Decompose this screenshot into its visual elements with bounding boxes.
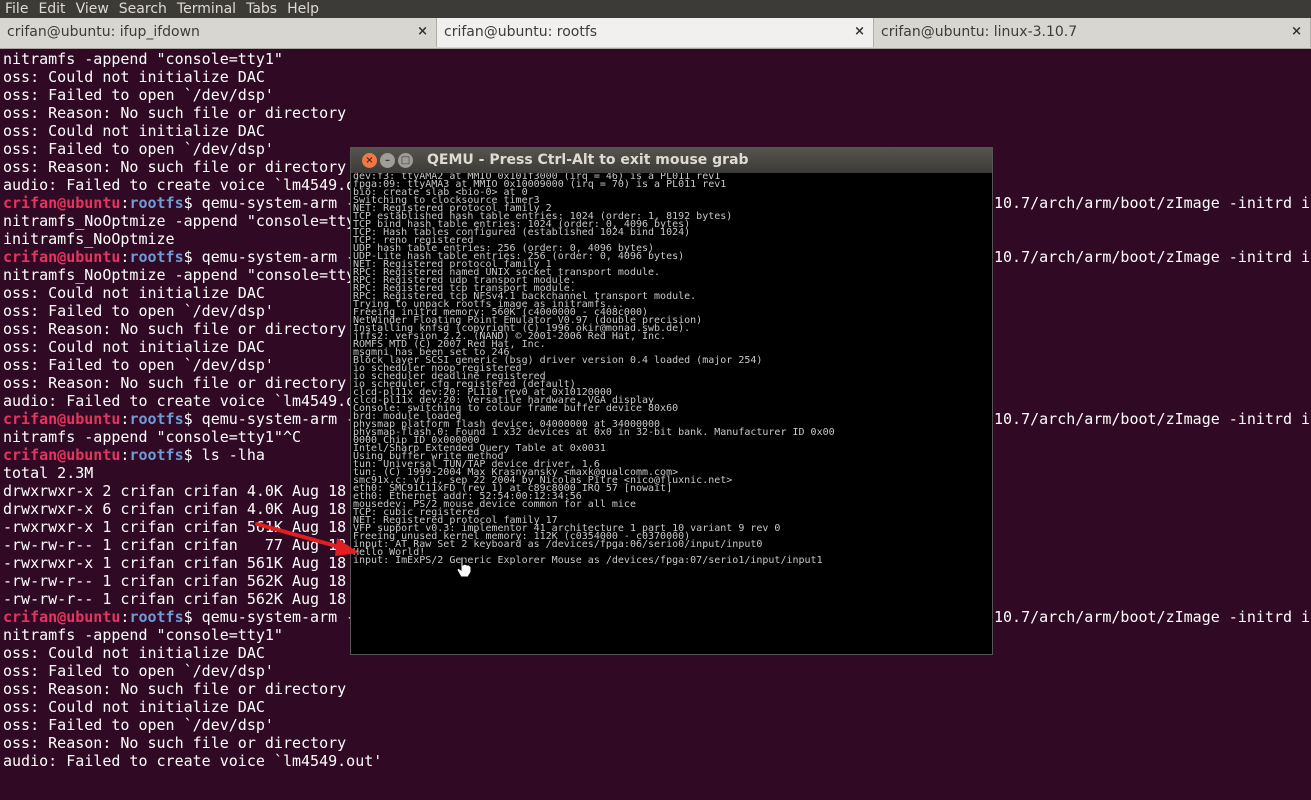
terminal-line: oss: Reason: No such file or directory bbox=[3, 320, 347, 338]
terminal-line: oss: Reason: No such file or directory bbox=[3, 104, 347, 122]
maximize-icon[interactable]: □ bbox=[398, 153, 413, 168]
terminal-line: nitramfs -append "console=tty1" bbox=[3, 50, 283, 68]
terminal-line: crifan@ubuntu:rootfs$ qemu-system-arm - bbox=[3, 410, 355, 428]
terminal-line-tail: 10.7/arch/arm/boot/zImage -initrd i bbox=[994, 194, 1311, 212]
prompt-user: crifan@ubuntu bbox=[3, 194, 121, 212]
terminal-line: total 2.3M bbox=[3, 464, 94, 482]
tab-rootfs[interactable]: crifan@ubuntu: rootfs × bbox=[437, 18, 874, 47]
terminal-line: oss: Reason: No such file or directory bbox=[3, 734, 347, 752]
terminal-line: oss: Reason: No such file or directory bbox=[3, 374, 347, 392]
qemu-titlebar[interactable]: × – □ QEMU - Press Ctrl-Alt to exit mous… bbox=[351, 148, 992, 173]
prompt-user: crifan@ubuntu bbox=[3, 608, 121, 626]
terminal-line: oss: Could not initialize DAC bbox=[3, 644, 265, 662]
menu-search[interactable]: Search bbox=[114, 0, 172, 18]
close-icon[interactable]: × bbox=[1291, 24, 1302, 39]
terminal-line: oss: Failed to open `/dev/dsp' bbox=[3, 716, 274, 734]
terminal-line: audio: Failed to create voice `lm4549.o bbox=[3, 392, 356, 410]
terminal-line: nitramfs -append "console=tty1" bbox=[3, 626, 283, 644]
menu-edit[interactable]: Edit bbox=[33, 0, 70, 18]
terminal-line: drwxrwxr-x 2 crifan crifan 4.0K Aug 18 bbox=[3, 482, 347, 500]
qemu-title: QEMU - Press Ctrl-Alt to exit mouse grab bbox=[427, 152, 749, 168]
terminal-line: oss: Failed to open `/dev/dsp' bbox=[3, 86, 274, 104]
menu-help[interactable]: Help bbox=[282, 0, 324, 18]
terminal-line: audio: Failed to create voice `lm4549.o bbox=[3, 176, 356, 194]
prompt-user: crifan@ubuntu bbox=[3, 248, 121, 266]
terminal-line: oss: Reason: No such file or directory bbox=[3, 158, 347, 176]
terminal-line: crifan@ubuntu:rootfs$ qemu-system-arm - bbox=[3, 194, 355, 212]
hand-cursor-icon bbox=[456, 556, 472, 578]
terminal-line: oss: Could not initialize DAC bbox=[3, 122, 265, 140]
terminal-line: oss: Failed to open `/dev/dsp' bbox=[3, 662, 274, 680]
qemu-window[interactable]: × – □ QEMU - Press Ctrl-Alt to exit mous… bbox=[350, 147, 993, 655]
menu-file[interactable]: File bbox=[0, 0, 33, 18]
terminal-line: drwxrwxr-x 6 crifan crifan 4.0K Aug 18 bbox=[3, 500, 347, 518]
prompt-dir: rootfs bbox=[129, 608, 184, 626]
tab-label: crifan@ubuntu: rootfs bbox=[444, 24, 598, 40]
terminal-line: audio: Failed to create voice `lm4549.ou… bbox=[3, 752, 383, 770]
terminal-line: crifan@ubuntu:rootfs$ qemu-system-arm - bbox=[3, 608, 355, 626]
prompt-symbol: $ bbox=[183, 194, 193, 212]
minimize-icon[interactable]: – bbox=[380, 153, 395, 168]
terminal-line: oss: Could not initialize DAC bbox=[3, 68, 265, 86]
tab-linux[interactable]: crifan@ubuntu: linux-3.10.7 × bbox=[874, 18, 1311, 47]
command-text: qemu-system-arm - bbox=[192, 410, 356, 428]
menu-tabs[interactable]: Tabs bbox=[241, 0, 282, 18]
tab-label: crifan@ubuntu: ifup_ifdown bbox=[7, 24, 200, 40]
tab-ifup-ifdown[interactable]: crifan@ubuntu: ifup_ifdown × bbox=[0, 18, 437, 47]
prompt-symbol: $ bbox=[183, 248, 193, 266]
terminal-line: crifan@ubuntu:rootfs$ ls -lha bbox=[3, 446, 265, 464]
terminal-line: oss: Could not initialize DAC bbox=[3, 284, 265, 302]
prompt-dir: rootfs bbox=[129, 194, 184, 212]
prompt-dir: rootfs bbox=[129, 410, 184, 428]
command-text: qemu-system-arm - bbox=[192, 194, 356, 212]
tab-bar: crifan@ubuntu: ifup_ifdown × crifan@ubun… bbox=[0, 18, 1311, 49]
terminal-line-tail: 10.7/arch/arm/boot/zImage -initrd i bbox=[994, 248, 1311, 266]
terminal-line: oss: Could not initialize DAC bbox=[3, 338, 265, 356]
close-icon[interactable]: × bbox=[362, 153, 377, 168]
terminal-line: oss: Failed to open `/dev/dsp' bbox=[3, 140, 274, 158]
qemu-console[interactable]: dev:f3: ttyAMA2 at MMIO 0x101f3000 (irq … bbox=[351, 173, 992, 654]
terminal-line: nitramfs -append "console=tty1"^C bbox=[3, 428, 302, 446]
close-icon[interactable]: × bbox=[417, 24, 428, 39]
terminal-line-tail: 10.7/arch/arm/boot/zImage -initrd i bbox=[994, 410, 1311, 428]
terminal-line: oss: Failed to open `/dev/dsp' bbox=[3, 356, 274, 374]
terminal-line: -rw-rw-r-- 1 crifan crifan 562K Aug 18 bbox=[3, 590, 347, 608]
close-icon[interactable]: × bbox=[854, 24, 865, 39]
terminal-line: oss: Failed to open `/dev/dsp' bbox=[3, 302, 274, 320]
menu-bar: File Edit View Search Terminal Tabs Help bbox=[0, 0, 1311, 18]
terminal-line: nitramfs_NoOptmize -append "console=tty bbox=[3, 212, 356, 230]
terminal-line: nitramfs_NoOptmize -append "console=tty bbox=[3, 266, 356, 284]
terminal-line: initramfs_NoOptmize bbox=[3, 230, 175, 248]
terminal-line-tail: 10.7/arch/arm/boot/zImage -initrd i bbox=[994, 608, 1311, 626]
prompt-user: crifan@ubuntu bbox=[3, 410, 121, 428]
command-text: qemu-system-arm - bbox=[192, 608, 356, 626]
terminal-line: crifan@ubuntu:rootfs$ qemu-system-arm - bbox=[3, 248, 355, 266]
command-text: ls -lha bbox=[192, 446, 265, 464]
terminal-line: oss: Could not initialize DAC bbox=[3, 698, 265, 716]
menu-view[interactable]: View bbox=[71, 0, 114, 18]
terminal-line: -rw-rw-r-- 1 crifan crifan 562K Aug 18 bbox=[3, 572, 347, 590]
command-text: qemu-system-arm - bbox=[192, 248, 356, 266]
prompt-dir: rootfs bbox=[129, 446, 184, 464]
menu-terminal[interactable]: Terminal bbox=[172, 0, 241, 18]
qemu-console-line: input: ImExPS/2 Generic Explorer Mouse a… bbox=[353, 555, 823, 566]
prompt-symbol: $ bbox=[183, 608, 193, 626]
prompt-symbol: $ bbox=[183, 410, 193, 428]
tab-label: crifan@ubuntu: linux-3.10.7 bbox=[881, 24, 1078, 40]
red-arrow-icon bbox=[255, 522, 359, 556]
prompt-user: crifan@ubuntu bbox=[3, 446, 121, 464]
prompt-dir: rootfs bbox=[129, 248, 184, 266]
terminal-line: oss: Reason: No such file or directory bbox=[3, 680, 347, 698]
prompt-symbol: $ bbox=[183, 446, 193, 464]
